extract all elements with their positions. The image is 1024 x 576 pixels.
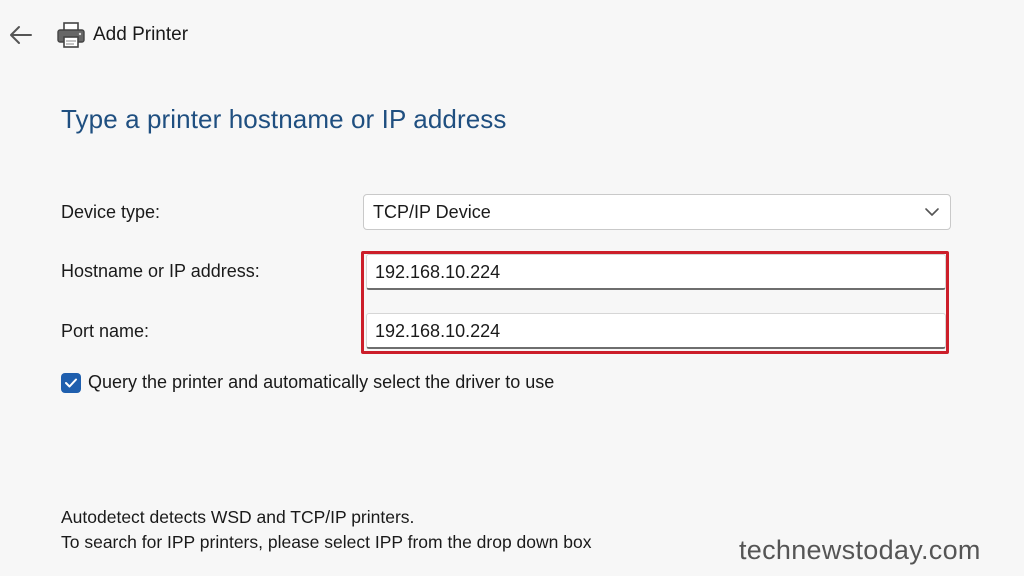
info-text-line-1: Autodetect detects WSD and TCP/IP printe…: [61, 507, 415, 527]
device-type-selected-value: TCP/IP Device: [373, 202, 491, 222]
info-text-line-2: To search for IPP printers, please selec…: [61, 532, 592, 552]
port-name-label: Port name:: [61, 321, 150, 341]
watermark: technewstoday.com: [739, 535, 981, 565]
hostname-label: Hostname or IP address:: [61, 261, 260, 281]
page-heading: Type a printer hostname or IP address: [61, 104, 507, 134]
window-title: Add Printer: [93, 24, 189, 45]
chevron-down-icon: [925, 208, 939, 216]
port-name-input[interactable]: 192.168.10.224: [366, 313, 946, 349]
title-bar: Add Printer: [0, 0, 1024, 70]
query-printer-checkbox[interactable]: [61, 372, 81, 393]
printer-icon: [57, 22, 85, 48]
arrow-left-icon: [10, 26, 32, 44]
hostname-input[interactable]: 192.168.10.224: [366, 254, 946, 290]
checkmark-icon: [65, 378, 77, 387]
device-type-label: Device type:: [61, 202, 161, 222]
query-printer-checkbox-row[interactable]: Query the printer and automatically sele…: [61, 372, 554, 393]
device-type-dropdown[interactable]: TCP/IP Device: [363, 194, 951, 230]
query-printer-checkbox-label: Query the printer and automatically sele…: [88, 372, 555, 392]
back-button[interactable]: [6, 20, 36, 50]
